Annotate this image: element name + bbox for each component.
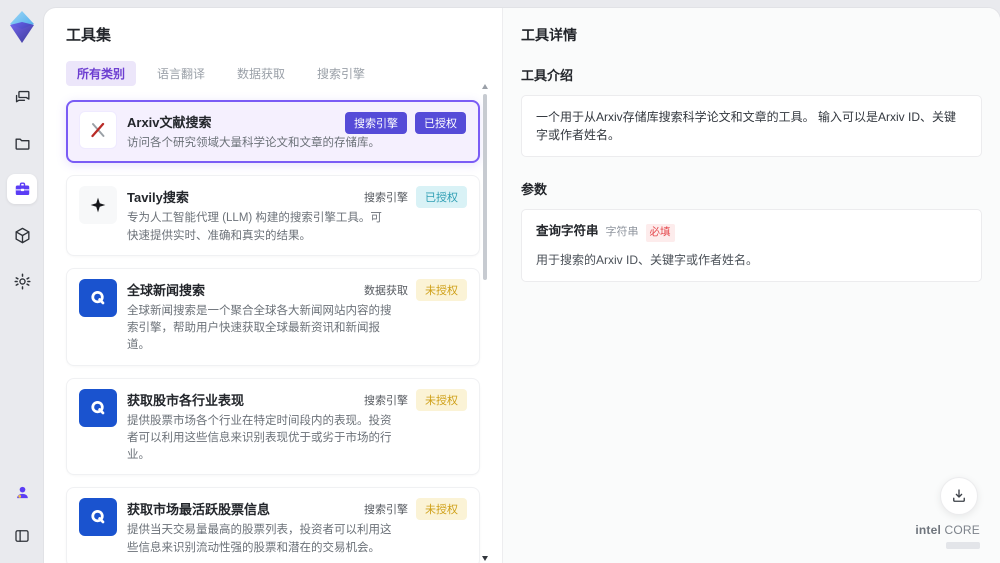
tool-description: 提供当天交易量最高的股票列表，投资者可以利用这些信息来识别流动性强的股票和潜在的… [127,524,392,554]
tool-description: 全球新闻搜索是一个聚合全球各大新闻网站内容的搜索引擎，帮助用户快速获取全球最新资… [127,304,392,352]
auth-status-badge: 未授权 [416,498,467,521]
tab-0[interactable]: 所有类别 [66,61,137,86]
tool-card[interactable]: Tavily搜索 专为人工智能代理 (LLM) 构建的搜索引擎工具。可快速提供实… [66,175,480,256]
tab-2[interactable]: 数据获取 [226,61,296,86]
category-badge: 搜索引擎 [364,504,408,517]
tab-1[interactable]: 语言翻译 [146,61,216,86]
tavily-star-icon [79,186,117,225]
category-badge: 搜索引擎 [364,192,408,205]
scroll-up-icon[interactable] [482,84,488,89]
main-panel: 工具集 所有类别 语言翻译 数据获取 搜索引擎 Arxiv文献搜索 访问各个研究领域大… [44,8,1000,563]
scrollbar-thumb[interactable] [483,94,487,280]
params-heading: 参数 [521,182,548,197]
app-window: 工具集 所有类别 语言翻译 数据获取 搜索引擎 Arxiv文献搜索 访问各个研究领域大… [0,0,1000,563]
sidebar-nav [7,82,37,296]
auth-status-badge: 已授权 [415,112,466,134]
tools-scrollbar[interactable] [482,84,488,561]
tab-3[interactable]: 搜索引擎 [306,61,376,86]
sidebar-item-settings-gear[interactable] [7,266,37,296]
sidebar-bottom [7,477,37,551]
tool-description: 提供股票市场各个行业在特定时间段内的表现。投资者可以利用这些信息来识别表现优于或… [127,414,392,462]
intel-core-logo: intel CORE [915,521,980,549]
download-icon [953,489,965,502]
toolbox-icon [13,180,32,199]
tool-card[interactable]: 全球新闻搜索 全球新闻搜索是一个聚合全球各大新闻网站内容的搜索引擎，帮助用户快速… [66,267,480,366]
q-news-icon [79,498,117,537]
intro-heading: 工具介绍 [521,68,574,83]
tool-card[interactable]: Arxiv文献搜索 访问各个研究领域大量科学论文和文章的存储库。 搜索引擎 已授… [66,100,480,164]
scroll-down-icon[interactable] [482,556,488,561]
param-desc: 用于搜索的Arxiv ID、关键字或作者姓名。 [536,252,759,267]
category-tabs: 所有类别 语言翻译 数据获取 搜索引擎 [66,61,502,86]
tool-description: 访问各个研究领域大量科学论文和文章的存储库。 [127,137,380,149]
param-type: 字符串 [605,226,639,238]
tools-column: 工具集 所有类别 语言翻译 数据获取 搜索引擎 Arxiv文献搜索 访问各个研究领域大… [44,8,502,563]
chip-watermark [946,542,980,549]
panel-toggle-icon [13,527,31,545]
sidebar-item-user-avatar[interactable] [7,477,37,507]
app-logo-icon[interactable] [7,10,37,44]
category-badge: 数据获取 [364,284,408,297]
arxiv-logo-icon [79,111,117,149]
tool-intro-box: 一个用于从Arxiv存储库搜索科学论文和文章的工具。 输入可以是Arxiv ID… [521,95,982,157]
category-badge: 搜索引擎 [345,112,407,134]
tool-card[interactable]: 获取股市各行业表现 提供股票市场各个行业在特定时间段内的表现。投资者可以利用这些… [66,377,480,476]
download-button[interactable] [940,477,978,515]
sidebar-item-folder[interactable] [7,128,37,158]
sidebar [0,0,44,563]
detail-title: 工具详情 [521,27,577,43]
user-avatar-icon [14,484,31,501]
param-required-badge: 必填 [645,224,675,242]
q-news-icon [79,388,117,427]
param-name: 查询字符串 [536,224,599,238]
cube-icon [13,226,32,245]
sidebar-item-panel-toggle[interactable] [7,521,37,551]
category-badge: 搜索引擎 [364,394,408,407]
tools-list: Arxiv文献搜索 访问各个研究领域大量科学论文和文章的存储库。 搜索引擎 已授… [66,100,480,563]
tool-detail-panel: 工具详情 工具介绍 一个用于从Arxiv存储库搜索科学论文和文章的工具。 输入可… [502,8,1000,563]
q-news-icon [79,278,117,317]
param-box: 查询字符串 字符串 必填 用于搜索的Arxiv ID、关键字或作者姓名。 [521,209,982,282]
sidebar-item-toolbox[interactable] [7,174,37,204]
tool-card[interactable]: 获取市场最活跃股票信息 提供当天交易量最高的股票列表，投资者可以利用这些信息来识… [66,487,480,563]
page-title: 工具集 [66,27,112,44]
sidebar-item-chat[interactable] [7,82,37,112]
chat-icon [13,88,32,107]
sidebar-item-cube[interactable] [7,220,37,250]
auth-status-badge: 未授权 [416,278,467,301]
auth-status-badge: 已授权 [416,186,467,209]
settings-gear-icon [13,272,32,291]
folder-icon [13,134,32,153]
tool-description: 专为人工智能代理 (LLM) 构建的搜索引擎工具。可快速提供实时、准确和真实的结… [127,212,382,242]
auth-status-badge: 未授权 [416,388,467,411]
